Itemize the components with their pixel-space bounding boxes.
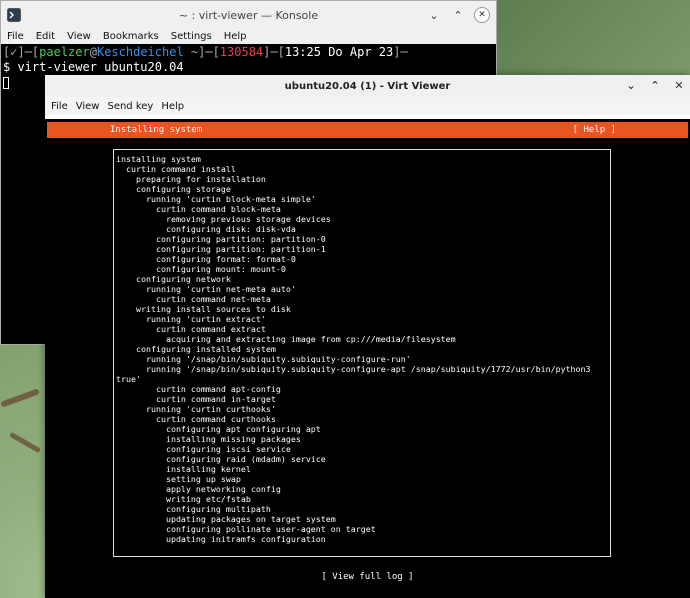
log-line: installing missing packages: [116, 434, 301, 444]
installer-header-bar: Installing system [ Help ]: [47, 122, 688, 138]
vm-display[interactable]: Installing system [ Help ] installing sy…: [45, 119, 690, 598]
log-line: setting up swap: [116, 474, 241, 484]
konsole-menubar: File Edit View Bookmarks Settings Help: [1, 29, 496, 44]
help-button[interactable]: [ Help ]: [573, 122, 616, 138]
log-line: updating initramfs configuration: [116, 534, 326, 544]
log-line: acquiring and extracting image from cp:/…: [116, 334, 456, 344]
background-branch: [9, 431, 41, 454]
terminal-cursor: [3, 76, 9, 89]
log-line: configuring raid (mdadm) service: [116, 454, 326, 464]
menu-help[interactable]: Help: [218, 31, 253, 42]
log-line: installing kernel: [116, 464, 251, 474]
log-line: configuring installed system: [116, 344, 276, 354]
konsole-title: ~ : virt-viewer — Konsole: [178, 8, 319, 22]
prompt-jobs: 130584: [219, 45, 264, 59]
typed-command: $ virt-viewer ubuntu20.04: [3, 60, 184, 74]
maximize-icon[interactable]: ⌃: [450, 7, 466, 23]
log-line: removing previous storage devices: [116, 214, 331, 224]
virt-viewer-titlebar[interactable]: ubuntu20.04 (1) - Virt Viewer ⌄ ⌃ ✕: [45, 75, 690, 97]
log-line: configuring network: [116, 274, 231, 284]
log-line: configuring apt configuring apt: [116, 424, 321, 434]
menu-settings[interactable]: Settings: [165, 31, 218, 42]
menu-file[interactable]: File: [47, 101, 72, 112]
menu-view[interactable]: View: [61, 31, 97, 42]
prompt-host: Keschdeichel: [96, 45, 184, 59]
installer-title: Installing system: [110, 125, 203, 135]
log-line: running 'curtin extract': [116, 314, 266, 324]
close-icon[interactable]: ✕: [474, 7, 490, 23]
virt-viewer-window[interactable]: ubuntu20.04 (1) - Virt Viewer ⌄ ⌃ ✕ File…: [45, 75, 690, 598]
install-log-box: installing system curtin command install…: [113, 149, 611, 557]
log-line: curtin command curthooks: [116, 414, 276, 424]
minimize-icon[interactable]: ⌄: [624, 78, 638, 92]
log-line: running '/snap/bin/subiquity.subiquity-c…: [116, 354, 411, 364]
minimize-icon[interactable]: ⌄: [426, 7, 442, 23]
log-line: curtin command extract: [116, 324, 266, 334]
menu-send-key[interactable]: Send key: [103, 101, 157, 112]
close-icon[interactable]: ✕: [672, 78, 686, 92]
log-line: curtin command block-meta: [116, 204, 281, 214]
log-line: configuring disk: disk-vda: [116, 224, 296, 234]
log-line: configuring mount: mount-0: [116, 264, 286, 274]
prompt-time: 13:25 Do Apr 23: [284, 45, 394, 59]
menu-file[interactable]: File: [1, 31, 30, 42]
log-line: running '/snap/bin/subiquity.subiquity-c…: [116, 364, 591, 374]
log-line: preparing for installation: [116, 174, 266, 184]
konsole-titlebar[interactable]: ~ : virt-viewer — Konsole ⌄ ⌃ ✕: [1, 1, 496, 29]
virt-viewer-menubar: File View Send key Help: [45, 97, 690, 115]
log-line: configuring multipath: [116, 504, 271, 514]
log-line: installing system: [116, 154, 201, 164]
log-line: configuring partition: partition-0: [116, 234, 326, 244]
log-line: configuring format: format-0: [116, 254, 296, 264]
log-line: updating packages on target system: [116, 514, 336, 524]
prompt-user: paelzer: [39, 45, 90, 59]
maximize-icon[interactable]: ⌃: [648, 78, 662, 92]
log-line: apply networking config: [116, 484, 281, 494]
background-branch: [0, 388, 40, 408]
log-line: writing etc/fstab: [116, 494, 251, 504]
log-line: configuring partition: partition-1: [116, 244, 326, 254]
shell-prompt: [✓]─[paelzer@Keschdeichel ~]─[130584]─[1…: [3, 45, 408, 59]
menu-bookmarks[interactable]: Bookmarks: [97, 31, 165, 42]
log-line: curtin command apt-config: [116, 384, 281, 394]
log-line: writing install sources to disk: [116, 304, 291, 314]
log-line: running 'curtin block-meta simple': [116, 194, 316, 204]
konsole-app-icon: [7, 8, 21, 22]
log-line: configuring storage: [116, 184, 231, 194]
view-full-log-button[interactable]: [ View full log ]: [45, 572, 690, 582]
virt-viewer-title: ubuntu20.04 (1) - Virt Viewer: [284, 80, 451, 92]
log-line: curtin command install: [116, 164, 236, 174]
menu-edit[interactable]: Edit: [30, 31, 61, 42]
menu-view[interactable]: View: [72, 101, 104, 112]
log-line: running 'curtin net-meta auto': [116, 284, 296, 294]
log-line: curtin command in-target: [116, 394, 276, 404]
log-line: curtin command net-meta: [116, 294, 271, 304]
log-line: configuring iscsi service: [116, 444, 291, 454]
log-line: running 'curtin curthooks': [116, 404, 276, 414]
log-line: configuring pollinate user-agent on targ…: [116, 524, 376, 534]
menu-help[interactable]: Help: [157, 101, 188, 112]
log-line: true': [116, 374, 141, 384]
